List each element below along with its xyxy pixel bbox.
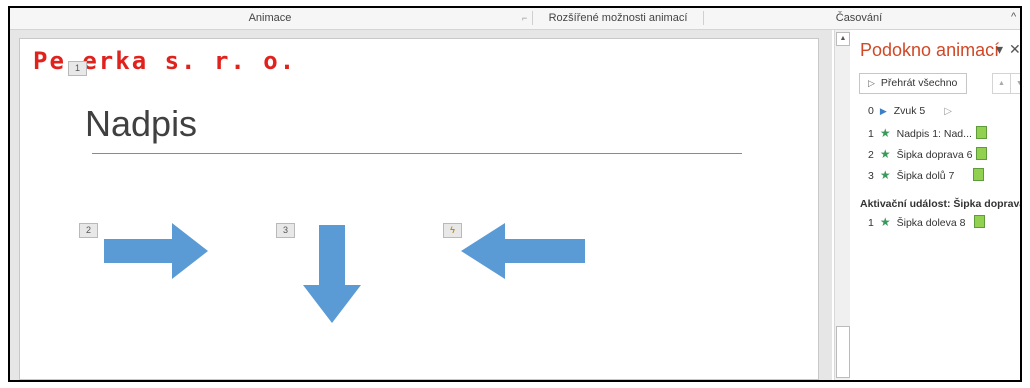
item-label: Šipka doleva 8 bbox=[896, 217, 966, 229]
ribbon-group-timing: Časování bbox=[704, 8, 1014, 28]
timing-bar[interactable] bbox=[974, 215, 986, 228]
scroll-thumb[interactable] bbox=[836, 326, 850, 378]
entrance-effect-star-icon: ★ bbox=[879, 147, 891, 161]
ribbon-group-animation-label: Animace bbox=[248, 12, 292, 24]
animation-item-left-arrow[interactable]: 1 ★ Šipka doleva 8 bbox=[868, 215, 986, 230]
collapse-ribbon-icon[interactable]: ^ bbox=[1011, 11, 1016, 23]
ribbon-group-advanced: Rozšířené možnosti animací bbox=[533, 8, 703, 28]
animation-pane: Podokno animací ▾ ✕ ▷ Přehrát všechno ▲ ▼… bbox=[850, 30, 1022, 380]
item-order-number: 2 bbox=[868, 149, 874, 161]
animation-item-title[interactable]: 1 ★ Nadpis 1: Nad... bbox=[868, 126, 987, 141]
entrance-effect-star-icon: ★ bbox=[879, 126, 891, 140]
left-arrow-shape[interactable] bbox=[461, 223, 585, 279]
play-icon: ▷ bbox=[868, 78, 875, 88]
move-down-button[interactable]: ▼ bbox=[1010, 73, 1020, 94]
play-all-button[interactable]: ▷ Přehrát všechno bbox=[859, 73, 967, 94]
animation-item-right-arrow[interactable]: 2 ★ Šipka doprava 6 bbox=[868, 147, 988, 162]
animation-tag-3[interactable]: 3 bbox=[276, 223, 295, 238]
scroll-up-arrow-icon[interactable]: ▲ bbox=[836, 32, 850, 46]
trigger-tag-lightning-icon[interactable]: ϟ bbox=[443, 223, 462, 238]
ribbon-group-labels: Animace ⌐ Rozšířené možnosti animací Čas… bbox=[10, 8, 1020, 30]
media-play-icon: ▶ bbox=[879, 106, 887, 116]
timing-bar[interactable] bbox=[976, 147, 988, 160]
entrance-effect-star-icon: ★ bbox=[879, 215, 891, 229]
right-arrow-shape[interactable] bbox=[104, 223, 208, 279]
timing-bar[interactable] bbox=[975, 126, 987, 139]
slide-canvas[interactable]: Pe erka s. r. o. 1 Nadpis 2 3 ϟ bbox=[19, 38, 819, 380]
ribbon-group-timing-label: Časování bbox=[835, 12, 883, 24]
down-arrow-shape[interactable] bbox=[303, 225, 361, 323]
slide-title[interactable]: Nadpis bbox=[85, 103, 197, 145]
ribbon-group-animation: Animace bbox=[10, 8, 530, 28]
powerpoint-window: Animace ⌐ Rozšířené možnosti animací Čas… bbox=[8, 6, 1022, 382]
animation-tag-1[interactable]: 1 bbox=[68, 61, 87, 76]
item-label: Šipka dolů 7 bbox=[896, 170, 955, 182]
entrance-effect-star-icon: ★ bbox=[879, 168, 891, 182]
move-up-button[interactable]: ▲ bbox=[992, 73, 1011, 94]
item-order-number: 3 bbox=[868, 170, 874, 182]
animation-pane-title: Podokno animací bbox=[860, 40, 1000, 60]
item-order-number: 0 bbox=[868, 105, 874, 117]
animation-item-down-arrow[interactable]: 3 ★ Šipka dolů 7 bbox=[868, 168, 985, 183]
item-label: Nadpis 1: Nad... bbox=[896, 128, 972, 140]
item-order-number: 1 bbox=[868, 128, 874, 140]
close-icon[interactable]: ✕ bbox=[1009, 41, 1020, 58]
animation-tag-2[interactable]: 2 bbox=[79, 223, 98, 238]
trigger-section-heading: Aktivační událost: Šipka doprava 6 bbox=[860, 198, 1022, 210]
trigger-play-icon: ▷ bbox=[944, 106, 952, 117]
pane-options-chevron-down-icon[interactable]: ▾ bbox=[996, 41, 1003, 58]
item-label: Šipka doprava 6 bbox=[896, 149, 973, 161]
item-order-number: 1 bbox=[868, 217, 874, 229]
title-underline bbox=[92, 153, 742, 154]
dialog-launcher-icon[interactable]: ⌐ bbox=[522, 13, 527, 23]
play-all-label: Přehrát všechno bbox=[880, 77, 958, 89]
slide-editing-area: Pe erka s. r. o. 1 Nadpis 2 3 ϟ bbox=[10, 30, 832, 380]
ribbon-group-advanced-label: Rozšířené možnosti animací bbox=[548, 12, 688, 24]
animation-item-sound[interactable]: 0 ▶ Zvuk 5 ▷ bbox=[868, 105, 952, 120]
vertical-scrollbar[interactable]: ▲ bbox=[834, 30, 850, 380]
item-label: Zvuk 5 bbox=[893, 105, 926, 117]
timing-bar[interactable] bbox=[973, 168, 985, 181]
